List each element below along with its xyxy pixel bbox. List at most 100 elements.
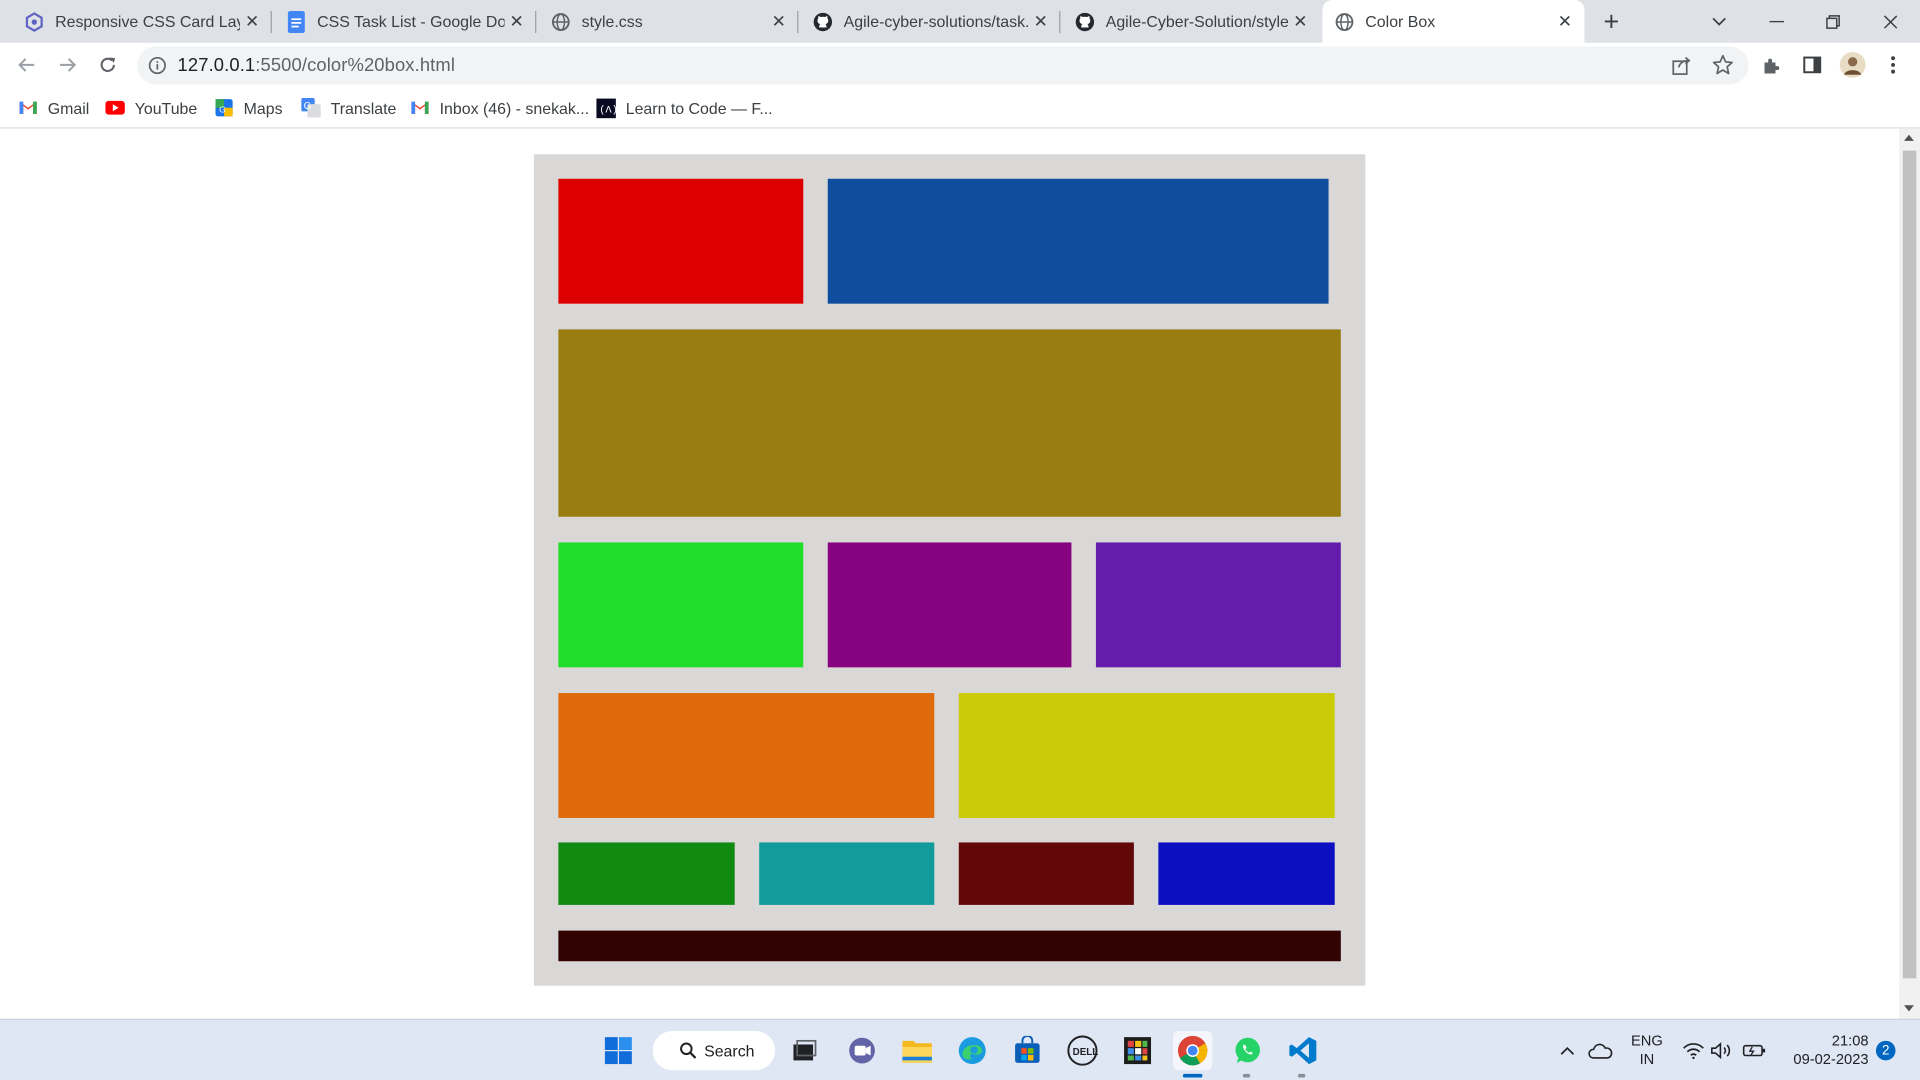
new-tab-button[interactable]: + — [1594, 5, 1628, 39]
bookmarks-bar: Gmail YouTube G Maps G Translate Inbox (… — [0, 88, 1920, 129]
bookmark-label: Learn to Code — F... — [625, 98, 773, 117]
restore-button[interactable] — [1805, 0, 1861, 43]
scrollbar-thumb[interactable] — [1902, 150, 1917, 979]
magenta-box — [827, 542, 1072, 668]
close-icon[interactable]: ✕ — [240, 9, 264, 33]
bookmark-star-icon[interactable] — [1712, 54, 1734, 82]
profile-avatar[interactable] — [1836, 48, 1870, 82]
globe-icon — [1335, 12, 1355, 32]
tab-title: Responsive CSS Card Layou — [55, 12, 240, 31]
github-icon — [813, 12, 833, 32]
bookmark-inbox[interactable]: Inbox (46) - snekak... — [410, 96, 589, 120]
bookmark-freecodecamp[interactable]: (Ʌ) Learn to Code — F... — [596, 96, 773, 120]
bookmark-label: YouTube — [134, 98, 198, 117]
microsoft-store-icon[interactable] — [1008, 1031, 1047, 1070]
tab-search-chevron-icon[interactable] — [1691, 0, 1747, 43]
teal-box — [759, 842, 935, 905]
close-icon[interactable]: ✕ — [504, 9, 528, 33]
globe-icon — [551, 12, 571, 32]
search-label: Search — [704, 1041, 755, 1060]
edge-icon[interactable] — [953, 1031, 992, 1070]
battery-icon[interactable] — [1741, 1031, 1768, 1070]
teams-chat-icon[interactable] — [842, 1031, 881, 1070]
windows-taskbar: Search DELL ENG IN 21:08 09-02-2023 2 — [0, 1018, 1920, 1080]
svg-text:DELL: DELL — [1073, 1047, 1099, 1058]
bookmark-label: Inbox (46) - snekak... — [439, 98, 590, 117]
menu-kebab-icon[interactable] — [1876, 48, 1910, 82]
url-text: 127.0.0.1:5500/color%20box.html — [178, 55, 455, 76]
close-icon[interactable]: ✕ — [1288, 9, 1312, 33]
close-window-button[interactable] — [1862, 0, 1918, 43]
scroll-up-arrow-icon[interactable] — [1904, 134, 1914, 141]
close-icon[interactable]: ✕ — [1553, 9, 1577, 33]
share-icon[interactable] — [1671, 55, 1692, 82]
bookmark-maps[interactable]: G Maps — [214, 96, 283, 120]
orange-box — [558, 693, 935, 818]
bookmark-youtube[interactable]: YouTube — [105, 96, 197, 120]
vertical-scrollbar[interactable] — [1899, 128, 1920, 1019]
freecodecamp-icon: (Ʌ) — [596, 97, 616, 118]
google-docs-icon — [287, 10, 307, 33]
url-path: :5500/color%20box.html — [255, 55, 456, 76]
forward-button[interactable] — [50, 48, 84, 82]
olive-box — [558, 329, 1341, 517]
dark-blue-box — [1158, 842, 1335, 905]
back-button[interactable] — [10, 48, 44, 82]
gmail-icon — [18, 98, 38, 118]
dark-green-box — [558, 842, 735, 905]
minimize-button[interactable] — [1749, 0, 1805, 43]
search-icon — [680, 1042, 697, 1059]
tab-title: CSS Task List - Google Docs — [317, 12, 505, 31]
side-panel-icon[interactable] — [1795, 48, 1829, 82]
tab-title: Agile-cyber-solutions/task.h — [843, 12, 1029, 31]
scroll-down-arrow-icon[interactable] — [1904, 1005, 1914, 1012]
region-code: IN — [1639, 1050, 1655, 1068]
tab-agile-cyber-styles[interactable]: Agile-Cyber-Solution/styles ✕ — [1063, 0, 1320, 43]
svg-text:G: G — [304, 101, 312, 112]
volume-icon[interactable] — [1709, 1031, 1733, 1070]
extensions-puzzle-icon[interactable] — [1755, 48, 1789, 82]
vscode-icon[interactable] — [1283, 1031, 1322, 1070]
active-app-indicator — [1182, 1073, 1203, 1078]
svg-text:G: G — [219, 105, 226, 115]
address-bar[interactable]: 127.0.0.1:5500/color%20box.html — [137, 46, 1749, 85]
close-icon[interactable]: ✕ — [767, 9, 791, 33]
tab-agile-cyber-task[interactable]: Agile-cyber-solutions/task.h ✕ — [801, 0, 1061, 43]
windows-start-icon[interactable] — [599, 1031, 638, 1070]
chrome-icon[interactable] — [1173, 1031, 1213, 1071]
reload-button[interactable] — [91, 48, 125, 82]
wifi-icon[interactable] — [1681, 1031, 1705, 1070]
close-icon[interactable]: ✕ — [1029, 9, 1053, 33]
bookmark-label: Gmail — [47, 98, 90, 117]
color-box-container — [533, 154, 1366, 986]
language-indicator[interactable]: ENG IN — [1626, 1032, 1668, 1069]
whatsapp-icon[interactable] — [1228, 1031, 1267, 1070]
running-app-indicator — [1242, 1073, 1251, 1078]
gmail-icon — [410, 98, 430, 118]
running-app-indicator — [1297, 1073, 1306, 1078]
onedrive-cloud-icon[interactable] — [1584, 1031, 1616, 1070]
clock-time: 21:08 — [1831, 1032, 1869, 1050]
file-explorer-icon[interactable] — [898, 1031, 937, 1070]
tab-responsive-css-card[interactable]: Responsive CSS Card Layou ✕ — [12, 0, 272, 43]
svg-text:(Ʌ): (Ʌ) — [599, 104, 616, 116]
app-grid-icon[interactable] — [1118, 1031, 1157, 1070]
task-view-icon[interactable] — [785, 1031, 824, 1070]
taskbar-search[interactable]: Search — [652, 1031, 776, 1071]
tab-css-task-list[interactable]: CSS Task List - Google Docs ✕ — [274, 0, 537, 43]
purple-box — [1095, 542, 1341, 668]
red-box — [558, 178, 804, 304]
clock[interactable]: 21:08 09-02-2023 — [1778, 1032, 1869, 1069]
bookmark-gmail[interactable]: Gmail — [18, 96, 89, 120]
bookmark-translate[interactable]: G Translate — [301, 96, 396, 120]
tab-style-css[interactable]: style.css ✕ — [539, 0, 799, 43]
dell-icon[interactable]: DELL — [1063, 1031, 1102, 1070]
browser-toolbar: 127.0.0.1:5500/color%20box.html — [0, 42, 1920, 89]
maroon-box — [958, 842, 1134, 905]
youtube-icon — [105, 98, 125, 118]
chevron-up-icon[interactable] — [1554, 1031, 1581, 1070]
site-info-icon[interactable] — [148, 56, 166, 80]
tab-color-box[interactable]: Color Box ✕ — [1322, 0, 1585, 43]
notification-badge[interactable]: 2 — [1875, 1040, 1896, 1061]
github-icon — [1075, 12, 1095, 32]
